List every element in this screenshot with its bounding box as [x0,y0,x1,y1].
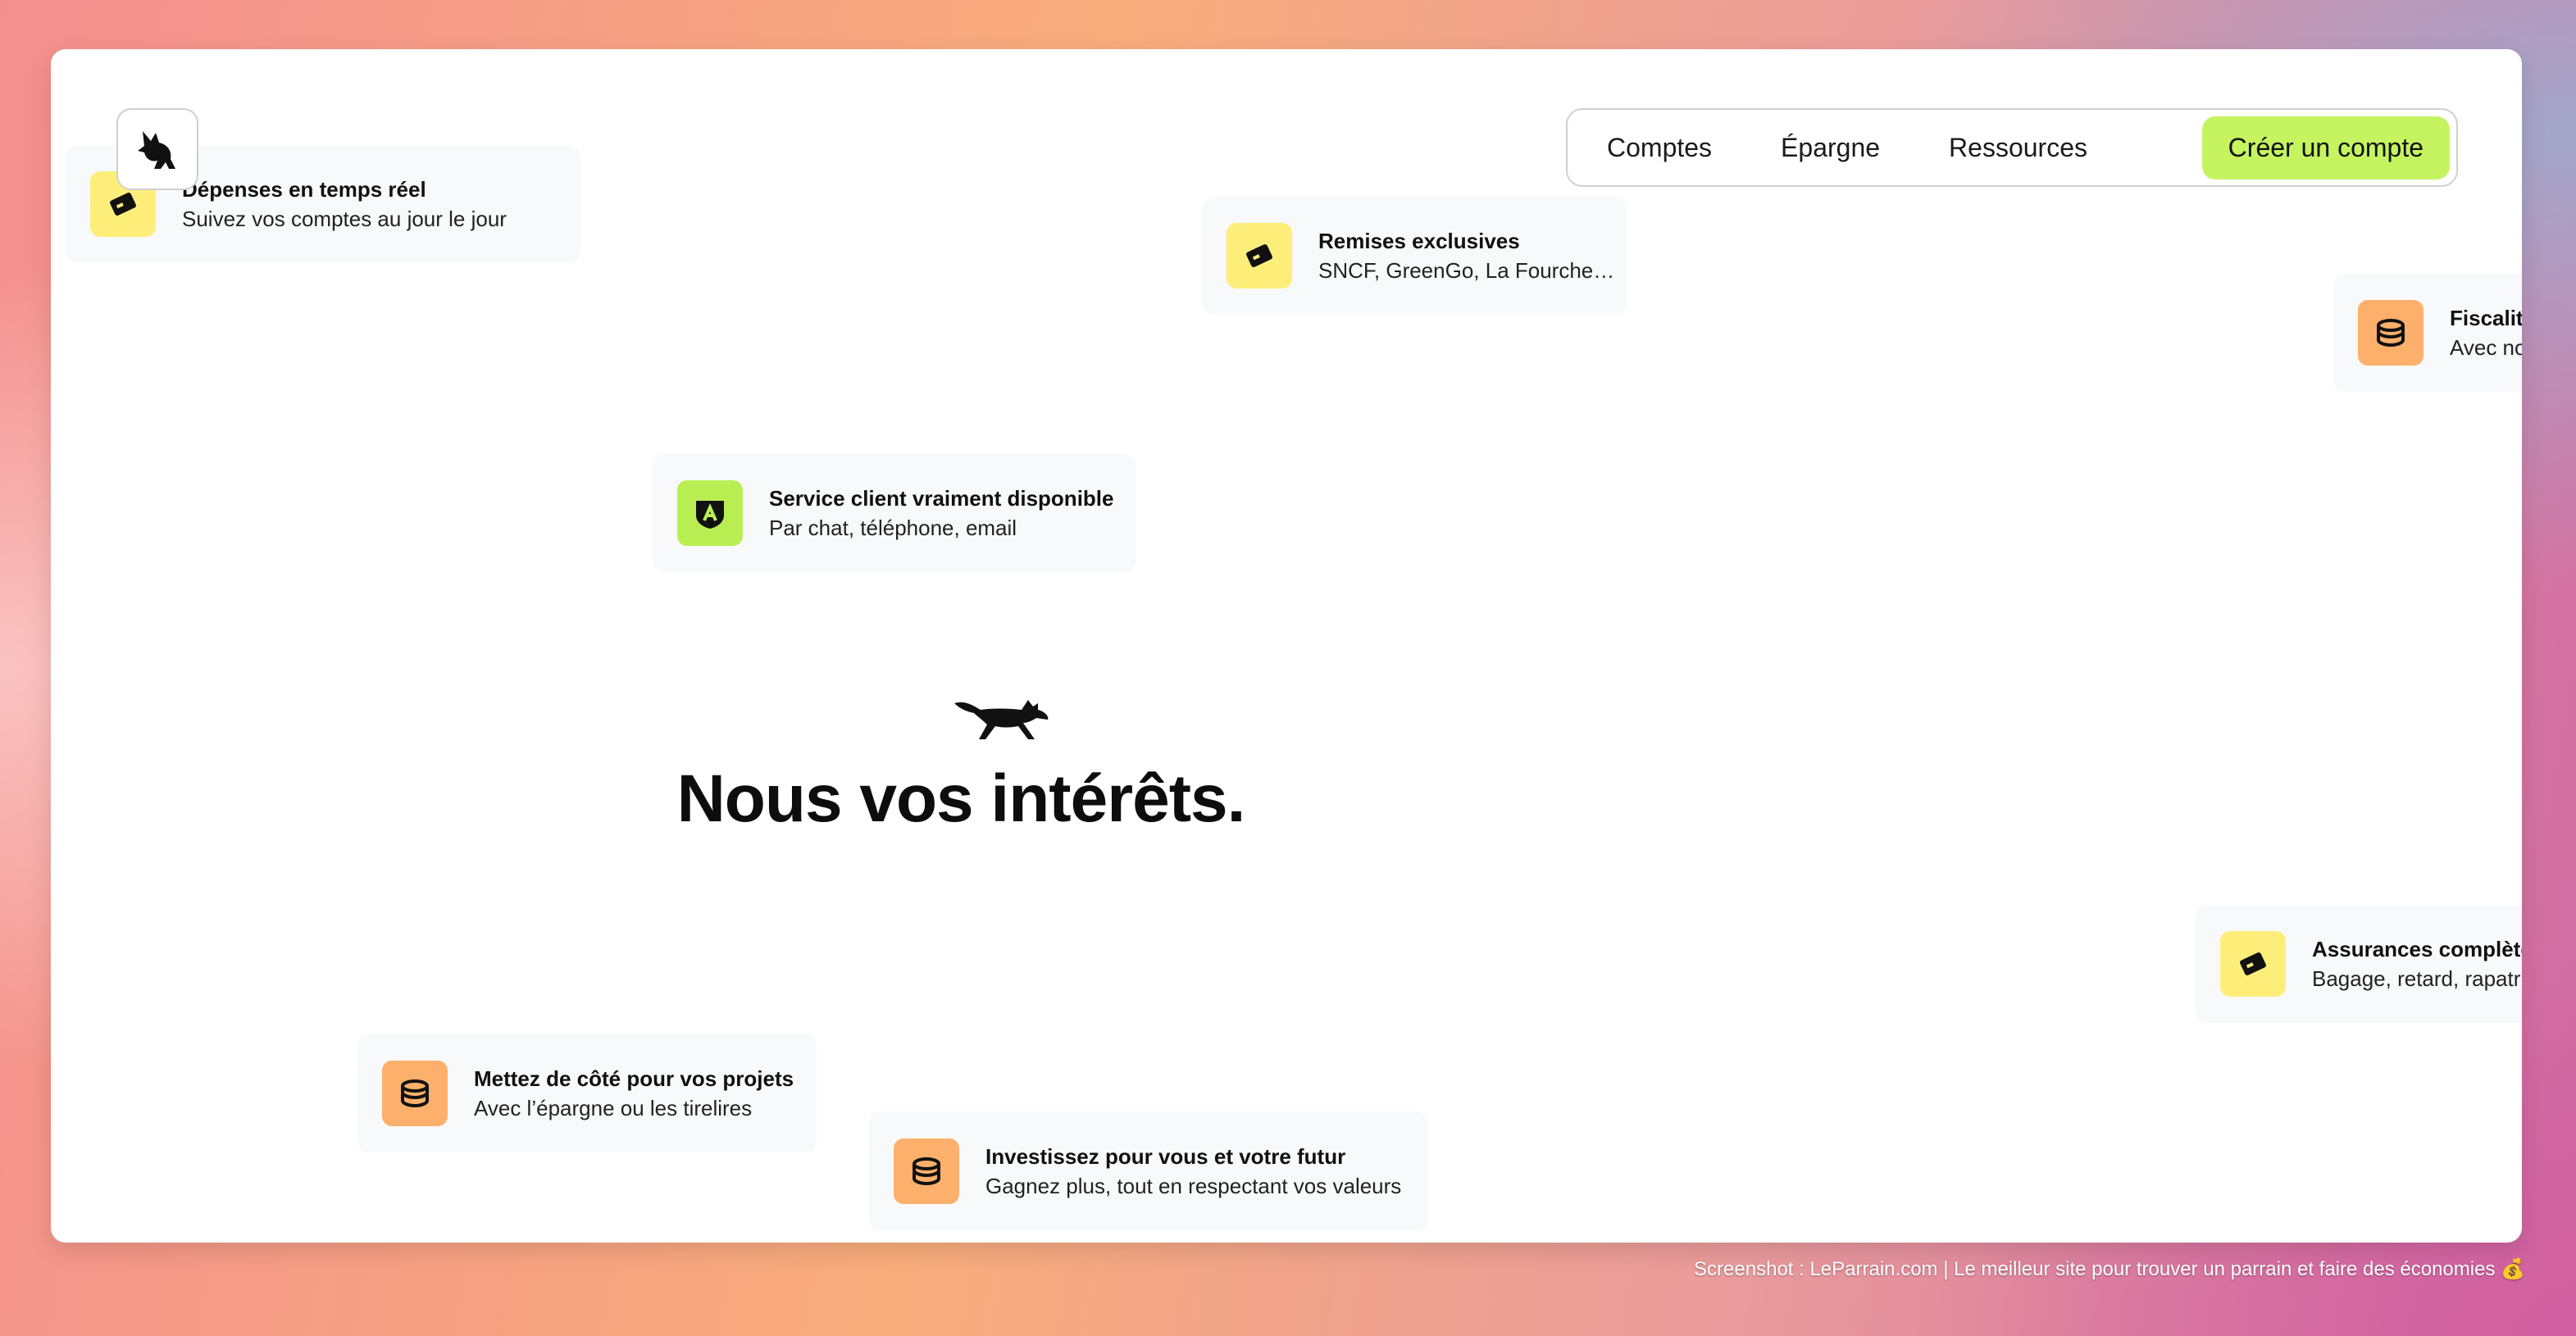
card-title: Dépenses en temps réel [182,177,426,202]
nav-ressources[interactable]: Ressources [1924,133,2132,163]
coins-icon [2358,300,2424,366]
card-icon [2220,931,2286,997]
create-account-button[interactable]: Créer un compte [2201,116,2450,179]
card-title: Mettez de côté pour vos projets [474,1066,794,1091]
feature-card-fiscalite: Fiscalit Avec no [2333,274,2522,392]
browser-window: Comptes Épargne Ressources Créer un comp… [51,49,2522,1243]
shield-icon [677,480,743,546]
card-subtitle: Suivez vos comptes au jour le jour [182,207,507,231]
nav-comptes[interactable]: Comptes [1582,133,1756,163]
hero-title: Nous vos intérêts. [676,761,1246,836]
card-subtitle: Avec l’épargne ou les tirelires [474,1096,753,1120]
running-fox-icon [953,693,1051,747]
nav-epargne[interactable]: Épargne [1756,133,1924,163]
card-subtitle: Par chat, téléphone, email [769,516,1017,540]
feature-card-epargne: Mettez de côté pour vos projets Avec l’é… [357,1034,817,1152]
card-title: Service client vraiment disponible [769,486,1114,511]
card-title: Assurances complète [2312,937,2522,961]
card-subtitle: Avec no [2450,335,2522,360]
coins-icon [894,1138,959,1204]
fox-logo-icon [138,131,175,169]
main-nav: Comptes Épargne Ressources Créer un comp… [1566,108,2458,187]
coins-icon [382,1061,448,1126]
feature-card-remises: Remises exclusives SNCF, GreenGo, La Fou… [1202,197,1627,315]
card-title: Investissez pour vous et votre futur [985,1144,1346,1169]
screenshot-credit: Screenshot : LeParrain.com | Le meilleur… [1694,1258,2525,1280]
feature-card-investir: Investissez pour vous et votre futur Gag… [869,1111,1428,1231]
card-subtitle: SNCF, GreenGo, La Fourche… [1318,258,1615,283]
card-icon [1227,223,1292,289]
feature-card-service-client: Service client vraiment disponible Par c… [653,454,1136,572]
logo[interactable] [116,108,198,190]
feature-card-assurances: Assurances complète Bagage, retard, rapa… [2196,905,2522,1023]
card-subtitle: Bagage, retard, rapatri [2312,966,2522,991]
card-subtitle: Gagnez plus, tout en respectant vos vale… [985,1174,1402,1198]
card-title: Fiscalit [2450,306,2522,330]
card-title: Remises exclusives [1318,229,1520,253]
